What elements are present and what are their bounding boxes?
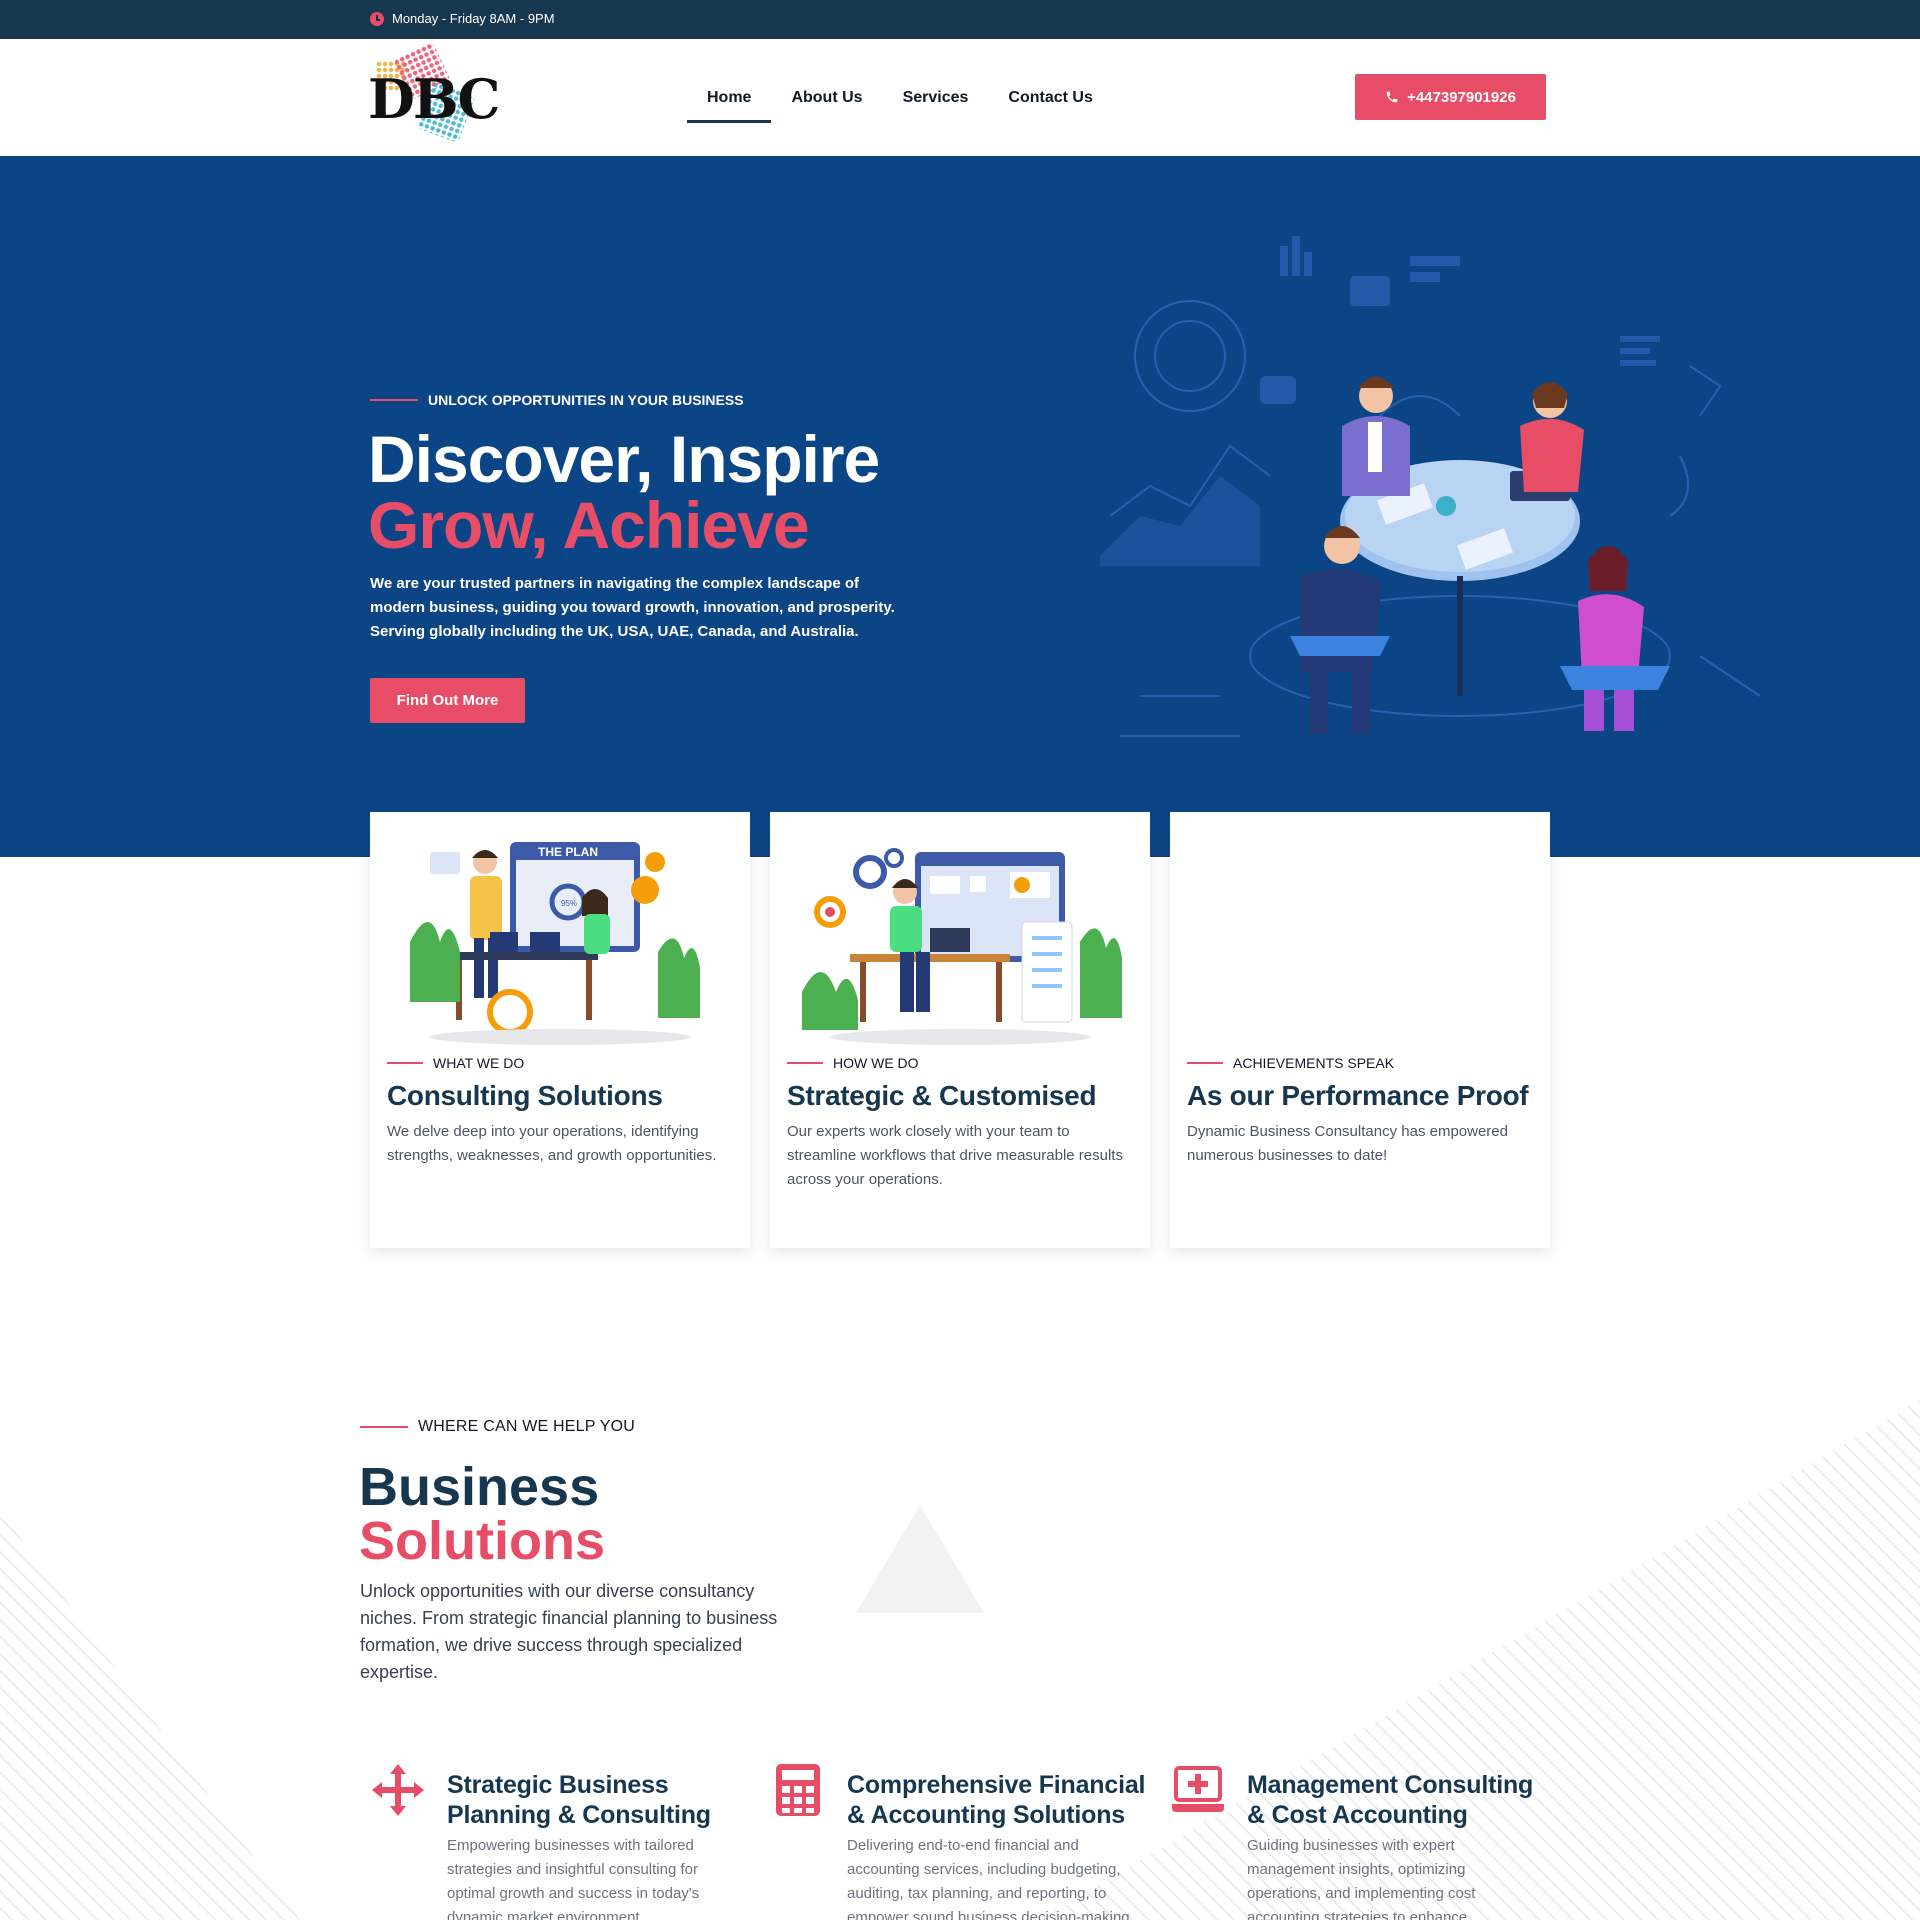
feature-card-what-we-do: THE PLAN 95% WHAT WE DO Consulting Solut… [370, 812, 750, 1248]
card-title: Strategic & Customised [787, 1080, 1097, 1111]
plan-board-title: THE PLAN [538, 845, 598, 859]
accent-line [370, 399, 418, 401]
hero-title-line2: Grow, Achieve [368, 488, 810, 562]
service-title: Strategic Business Planning & Consulting [447, 1771, 711, 1829]
phone-icon [1386, 91, 1398, 103]
nav-home[interactable]: Home [687, 76, 772, 123]
hero-eyebrow-text: UNLOCK OPPORTUNITIES IN YOUR BUSINESS [428, 392, 744, 408]
logo-text: DBC [368, 67, 500, 131]
card-eyebrow-text: HOW WE DO [833, 1055, 919, 1071]
service-financial-accounting[interactable]: Comprehensive Financial & Accounting Sol… [770, 1760, 1150, 1920]
plan-illustration: THE PLAN 95% [410, 842, 700, 1045]
clock-icon [370, 11, 384, 26]
logo[interactable]: DBC [368, 41, 500, 147]
card-eyebrow: WHAT WE DO [387, 1055, 524, 1071]
service-strategic-planning[interactable]: Strategic Business Planning & Consulting… [370, 1760, 750, 1920]
find-out-more-button[interactable]: Find Out More [370, 678, 525, 723]
calculator-icon [776, 1764, 820, 1816]
nav-services[interactable]: Services [883, 76, 989, 120]
card-title: As our Performance Proof [1187, 1080, 1529, 1111]
hero-title-line1: Discover, Inspire [368, 422, 880, 496]
top-info-bar: Monday - Friday 8AM - 9PM [0, 0, 1920, 39]
service-description: Delivering end-to-end financial and acco… [847, 1837, 1134, 1920]
accent-line [360, 1426, 408, 1428]
service-title: Comprehensive Financial & Accounting Sol… [847, 1771, 1146, 1829]
phone-button[interactable]: +447397901926 [1355, 74, 1546, 120]
plan-percent: 95% [561, 899, 577, 908]
service-management-consulting[interactable]: Management Consulting & Cost Accounting … [1170, 1760, 1550, 1920]
medical-laptop-icon [1172, 1766, 1224, 1812]
card-eyebrow: HOW WE DO [787, 1055, 919, 1071]
card-eyebrow-text: WHAT WE DO [433, 1055, 525, 1071]
solutions-title-line2: Solutions [359, 1511, 605, 1571]
hero-section: UNLOCK OPPORTUNITIES IN YOUR BUSINESS Di… [0, 156, 1920, 857]
service-description: Guiding businesses with expert managemen… [1247, 1837, 1476, 1920]
phone-number: +447397901926 [1407, 88, 1516, 106]
accent-line [1187, 1062, 1223, 1064]
service-title: Management Consulting & Cost Accounting [1247, 1771, 1534, 1829]
card-eyebrow-text: ACHIEVEMENTS SPEAK [1233, 1055, 1395, 1071]
solutions-title-line1: Business [359, 1457, 600, 1517]
solutions-eyebrow: WHERE CAN WE HELP YOU [360, 1418, 635, 1436]
accent-line [787, 1062, 823, 1064]
feature-card-achievements: ACHIEVEMENTS SPEAK As our Performance Pr… [1170, 812, 1550, 1248]
nav-about-us[interactable]: About Us [771, 76, 882, 120]
hero-eyebrow: UNLOCK OPPORTUNITIES IN YOUR BUSINESS [370, 392, 744, 408]
card-title: Consulting Solutions [387, 1080, 663, 1111]
decorative-triangle [856, 1505, 984, 1613]
solutions-description: Unlock opportunities with our diverse co… [360, 1581, 778, 1682]
accent-line [387, 1062, 423, 1064]
feature-cards: THE PLAN 95% WHAT WE DO Consulting Solut… [370, 812, 1551, 1248]
service-description: Empowering businesses with tailored stra… [447, 1837, 700, 1920]
hero-description: We are your trusted partners in navigati… [370, 575, 895, 640]
site-header: DBC Home About Us Services Contact Us +4… [0, 39, 1920, 156]
card-description: Dynamic Business Consultancy has empower… [1187, 1123, 1508, 1164]
business-hours-text: Monday - Friday 8AM - 9PM [392, 11, 555, 26]
arrows-move-icon [372, 1764, 424, 1816]
card-description: We delve deep into your operations, iden… [387, 1123, 717, 1164]
solutions-title: Business Solutions [359, 1460, 605, 1568]
business-hours: Monday - Friday 8AM - 9PM [370, 11, 555, 26]
meeting-illustration [1100, 236, 1761, 737]
main-nav: Home About Us Services Contact Us [687, 39, 1113, 156]
workflow-illustration [802, 848, 1122, 1045]
solutions-eyebrow-text: WHERE CAN WE HELP YOU [418, 1418, 635, 1435]
card-description: Our experts work closely with your team … [787, 1123, 1123, 1188]
hero-title: Discover, Inspire Grow, Achieve [368, 426, 880, 562]
nav-contact-us[interactable]: Contact Us [988, 76, 1112, 120]
card-eyebrow: ACHIEVEMENTS SPEAK [1187, 1055, 1394, 1071]
feature-card-how-we-do: HOW WE DO Strategic & Customised Our exp… [770, 812, 1150, 1248]
